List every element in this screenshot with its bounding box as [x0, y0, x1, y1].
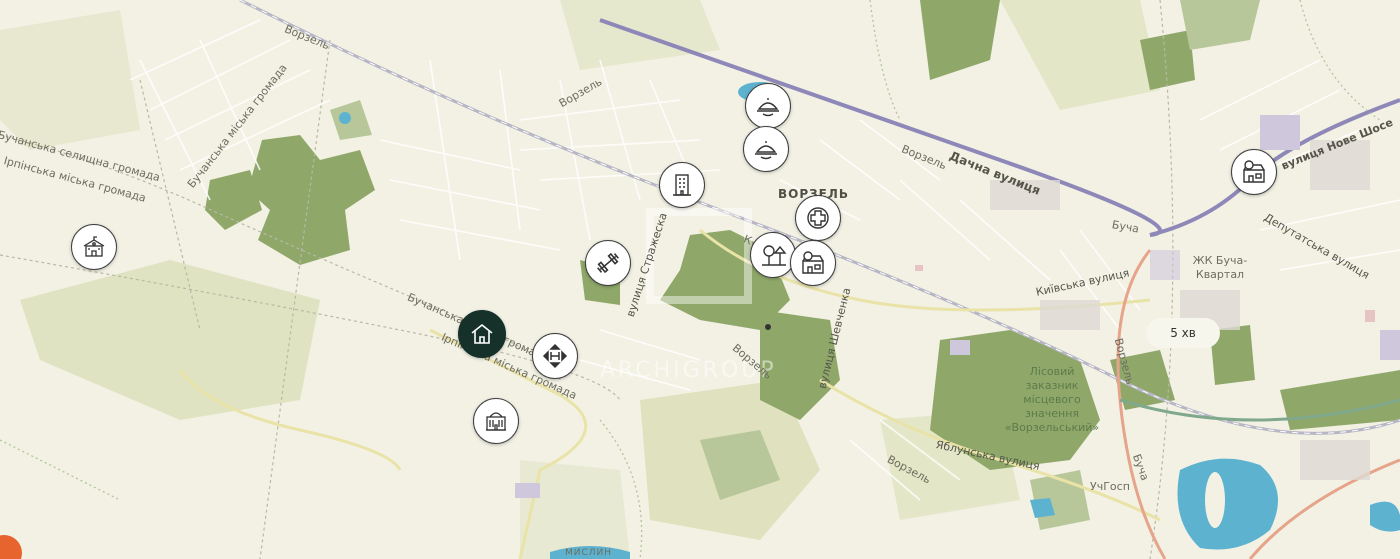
map-canvas[interactable]: ARCHIGROUP Ворзель Ворзель Дачна вулиця … [0, 0, 1400, 559]
complex-label-zhk: ЖК Буча-Квартал [1192, 254, 1248, 281]
supermarket-marker[interactable] [790, 240, 836, 286]
home-marker[interactable] [458, 310, 506, 358]
pharmacy-marker[interactable] [795, 195, 841, 241]
gym-icon [597, 252, 619, 274]
label-bottom-partial: МИСЛИН [565, 548, 613, 558]
place-label-uchgosp: УчГосп [1090, 480, 1130, 493]
travel-time-badge: 5 хв [1146, 318, 1220, 348]
restaurant-icon [755, 141, 777, 160]
shop-icon [1243, 160, 1265, 183]
shop-marker[interactable] [1231, 149, 1277, 195]
reserve-label-vorzelsky: Лісовий заказник місцевого значення «Вор… [1004, 365, 1100, 434]
office-building-icon [673, 174, 691, 196]
kindergarten-marker[interactable] [71, 224, 117, 270]
directions-icon [542, 343, 568, 369]
office-marker[interactable] [659, 162, 705, 208]
kindergarten-icon [83, 236, 105, 257]
school-marker[interactable] [473, 398, 519, 444]
restaurant-marker[interactable] [745, 83, 791, 129]
directions-marker[interactable] [532, 333, 578, 379]
park-marker[interactable] [750, 232, 796, 278]
park-icon [762, 245, 787, 266]
supermarket-icon [802, 251, 824, 274]
restaurant-marker[interactable] [743, 126, 789, 172]
pharmacy-icon [807, 207, 829, 229]
home-icon [471, 323, 493, 344]
school-icon [486, 412, 506, 431]
restaurant-icon [757, 98, 779, 117]
gym-marker[interactable] [585, 240, 631, 286]
